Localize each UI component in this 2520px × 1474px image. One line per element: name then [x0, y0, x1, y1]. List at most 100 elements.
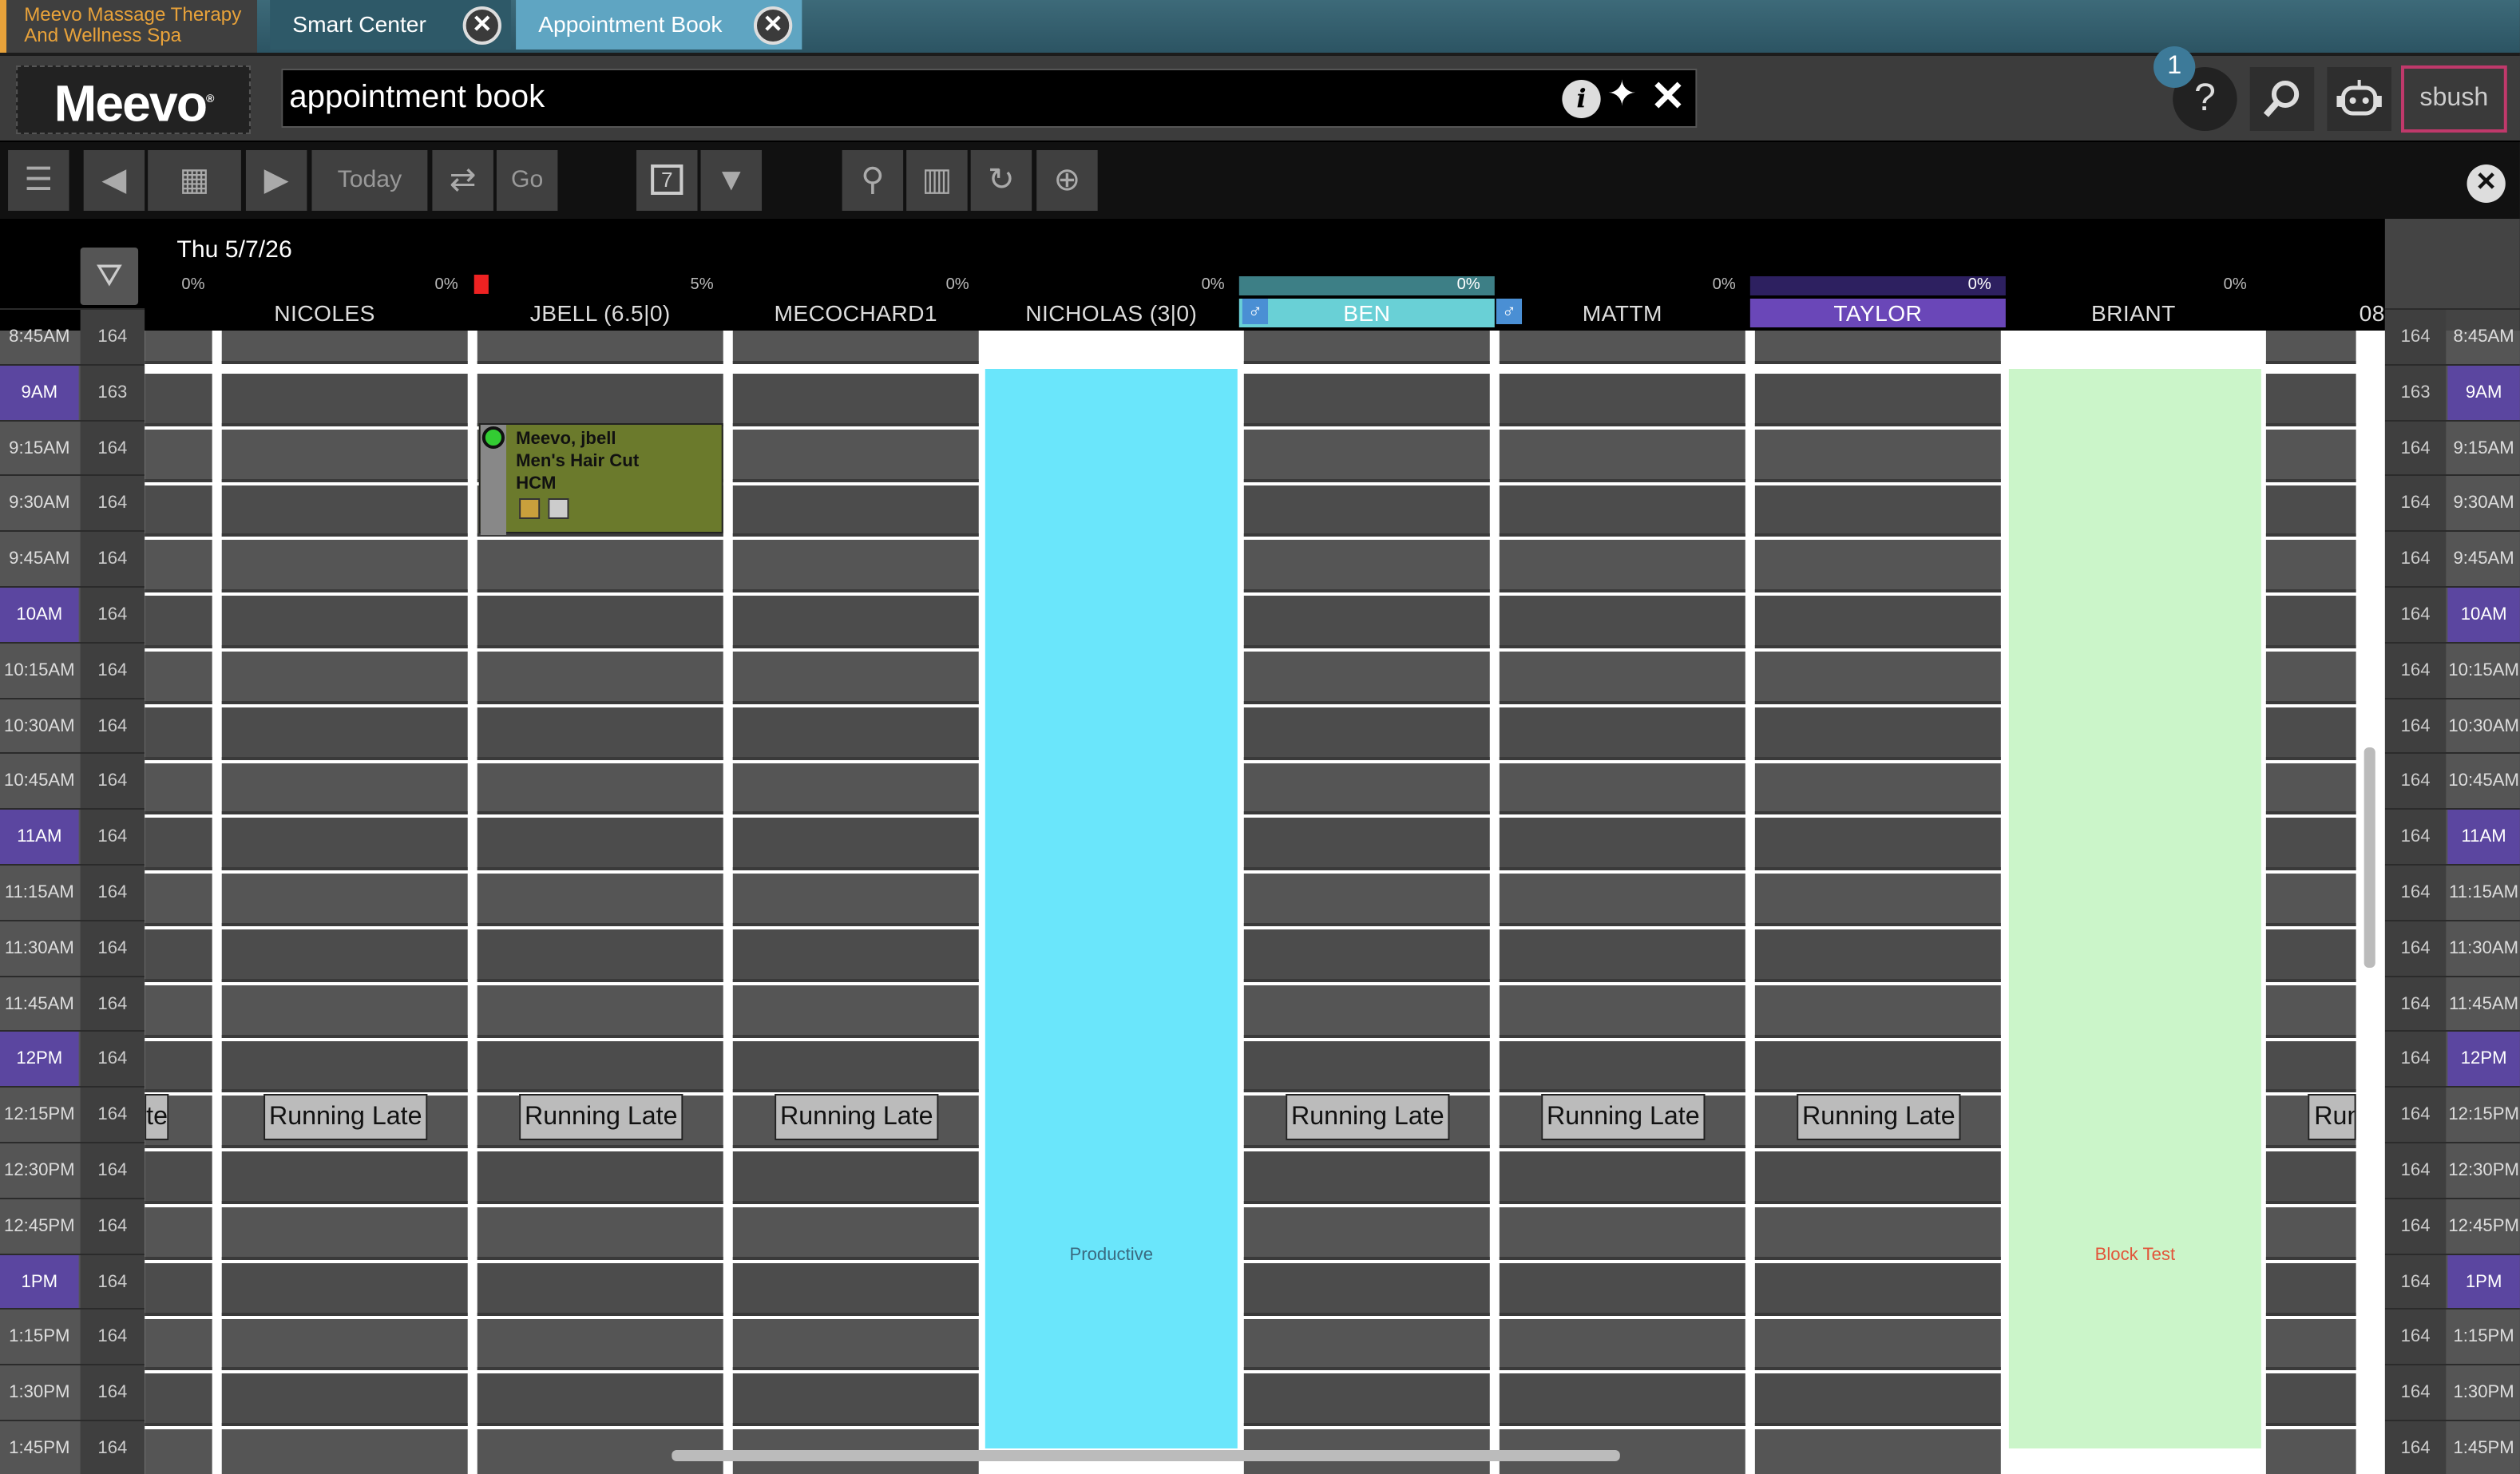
- time-slot[interactable]: [2265, 1318, 2356, 1371]
- time-slot[interactable]: [732, 331, 979, 364]
- time-slot[interactable]: [2265, 874, 2356, 926]
- time-slot[interactable]: [2265, 485, 2356, 537]
- time-slot[interactable]: [477, 985, 723, 1038]
- running-late-button[interactable]: Running Late: [1286, 1094, 1450, 1140]
- time-slot[interactable]: [2265, 374, 2356, 426]
- column-header-mecochard1[interactable]: 0% MECOCHARD1: [728, 276, 984, 327]
- resource-filter-icon[interactable]: ⛛: [80, 248, 139, 305]
- time-slot[interactable]: [732, 1207, 979, 1260]
- time-slot[interactable]: [732, 1318, 979, 1371]
- time-slot[interactable]: [221, 596, 468, 648]
- user-button[interactable]: sbush: [2400, 65, 2507, 133]
- time-slot[interactable]: [732, 763, 979, 815]
- tab-smart-center[interactable]: Smart Center ✕: [270, 0, 512, 50]
- time-slot[interactable]: [2265, 1040, 2356, 1093]
- time-slot[interactable]: [732, 818, 979, 871]
- time-slot[interactable]: [477, 1373, 723, 1427]
- time-slot[interactable]: [2265, 985, 2356, 1038]
- calendar-grid-icon[interactable]: ▦: [148, 150, 241, 211]
- tab-appointment-book[interactable]: Appointment Book ✕: [516, 0, 802, 50]
- time-slot[interactable]: [477, 540, 723, 593]
- time-slot[interactable]: [221, 1318, 468, 1371]
- time-slot[interactable]: [1243, 485, 1490, 537]
- time-slot[interactable]: [221, 874, 468, 926]
- time-slot[interactable]: [1754, 1151, 2001, 1204]
- date-jump-icon[interactable]: ⇄: [432, 150, 493, 211]
- time-slot[interactable]: [145, 1373, 212, 1427]
- vertical-scrollbar[interactable]: [2363, 747, 2375, 968]
- time-slot[interactable]: [1243, 1151, 1490, 1204]
- time-slot[interactable]: [1754, 763, 2001, 815]
- sparkle-ai-icon[interactable]: ✦: [1607, 73, 1637, 115]
- time-slot[interactable]: [2265, 652, 2356, 704]
- go-button[interactable]: Go: [496, 150, 558, 211]
- time-slot[interactable]: [1499, 763, 1745, 815]
- time-slot[interactable]: [1499, 985, 1745, 1038]
- time-slot[interactable]: [2265, 429, 2356, 482]
- time-slot[interactable]: [732, 874, 979, 926]
- time-slot[interactable]: [477, 1040, 723, 1093]
- time-slot[interactable]: [221, 763, 468, 815]
- time-slot[interactable]: [145, 1040, 212, 1093]
- time-slot[interactable]: [477, 707, 723, 760]
- time-slot[interactable]: [145, 763, 212, 815]
- time-slot[interactable]: [477, 874, 723, 926]
- column-header-nicoles[interactable]: 0% 0% NICOLES: [176, 276, 472, 327]
- time-slot[interactable]: [1499, 1318, 1745, 1371]
- time-slot[interactable]: [145, 652, 212, 704]
- time-slot[interactable]: [1243, 707, 1490, 760]
- time-slot[interactable]: [477, 374, 723, 426]
- time-slot[interactable]: [1754, 1318, 2001, 1371]
- time-slot[interactable]: [145, 429, 212, 482]
- time-slot[interactable]: [1243, 596, 1490, 648]
- time-slot[interactable]: [1499, 540, 1745, 593]
- time-slot[interactable]: [145, 331, 212, 364]
- time-slot[interactable]: [221, 1373, 468, 1427]
- time-slot[interactable]: [1754, 1040, 2001, 1093]
- time-slot[interactable]: [221, 1262, 468, 1316]
- time-slot[interactable]: [145, 1207, 212, 1260]
- column-header-taylor[interactable]: 0% TAYLOR: [1749, 276, 2006, 327]
- column-header-partial[interactable]: 08: [2261, 276, 2385, 327]
- assistant-bot-icon[interactable]: [2327, 67, 2391, 131]
- time-slot[interactable]: [145, 818, 212, 871]
- time-slot[interactable]: [221, 1151, 468, 1204]
- time-slot[interactable]: [221, 707, 468, 760]
- running-late-button[interactable]: Run: [2308, 1094, 2356, 1140]
- time-slot[interactable]: [477, 763, 723, 815]
- time-slot[interactable]: [1243, 1262, 1490, 1316]
- filter-icon[interactable]: ▼: [700, 150, 763, 211]
- block-test[interactable]: Block Test: [2008, 369, 2261, 1448]
- time-slot[interactable]: [732, 485, 979, 537]
- column-header-nicholas[interactable]: 0% NICHOLAS (3|0): [984, 276, 1239, 327]
- previous-icon[interactable]: ◀: [83, 150, 145, 211]
- time-slot[interactable]: [1754, 429, 2001, 482]
- time-slot[interactable]: [1754, 929, 2001, 982]
- time-slot[interactable]: [1499, 429, 1745, 482]
- today-button[interactable]: Today: [311, 150, 428, 211]
- time-slot[interactable]: [477, 1318, 723, 1371]
- column-header-briant[interactable]: 0% BRIANT: [2006, 276, 2261, 327]
- time-slot[interactable]: [145, 1151, 212, 1204]
- time-slot[interactable]: [145, 374, 212, 426]
- time-slot[interactable]: [1499, 1151, 1745, 1204]
- running-late-button[interactable]: Running Late: [263, 1094, 428, 1140]
- time-slot[interactable]: [221, 652, 468, 704]
- time-slot[interactable]: [221, 1429, 468, 1474]
- columns-icon[interactable]: ▥: [906, 150, 968, 211]
- time-slot[interactable]: [145, 929, 212, 982]
- time-slot[interactable]: [1754, 1207, 2001, 1260]
- time-slot[interactable]: [477, 818, 723, 871]
- time-slot[interactable]: [1754, 707, 2001, 760]
- close-icon[interactable]: ✕: [462, 6, 501, 45]
- time-slot[interactable]: [732, 374, 979, 426]
- time-slot[interactable]: [477, 1207, 723, 1260]
- time-slot[interactable]: [145, 1318, 212, 1371]
- time-slot[interactable]: [732, 540, 979, 593]
- time-slot[interactable]: [477, 331, 723, 364]
- tab-org[interactable]: Meevo Massage Therapy And Wellness Spa: [0, 0, 258, 53]
- time-slot[interactable]: [1499, 374, 1745, 426]
- time-slot[interactable]: [1243, 1040, 1490, 1093]
- time-slot[interactable]: [477, 596, 723, 648]
- time-slot[interactable]: [1499, 1040, 1745, 1093]
